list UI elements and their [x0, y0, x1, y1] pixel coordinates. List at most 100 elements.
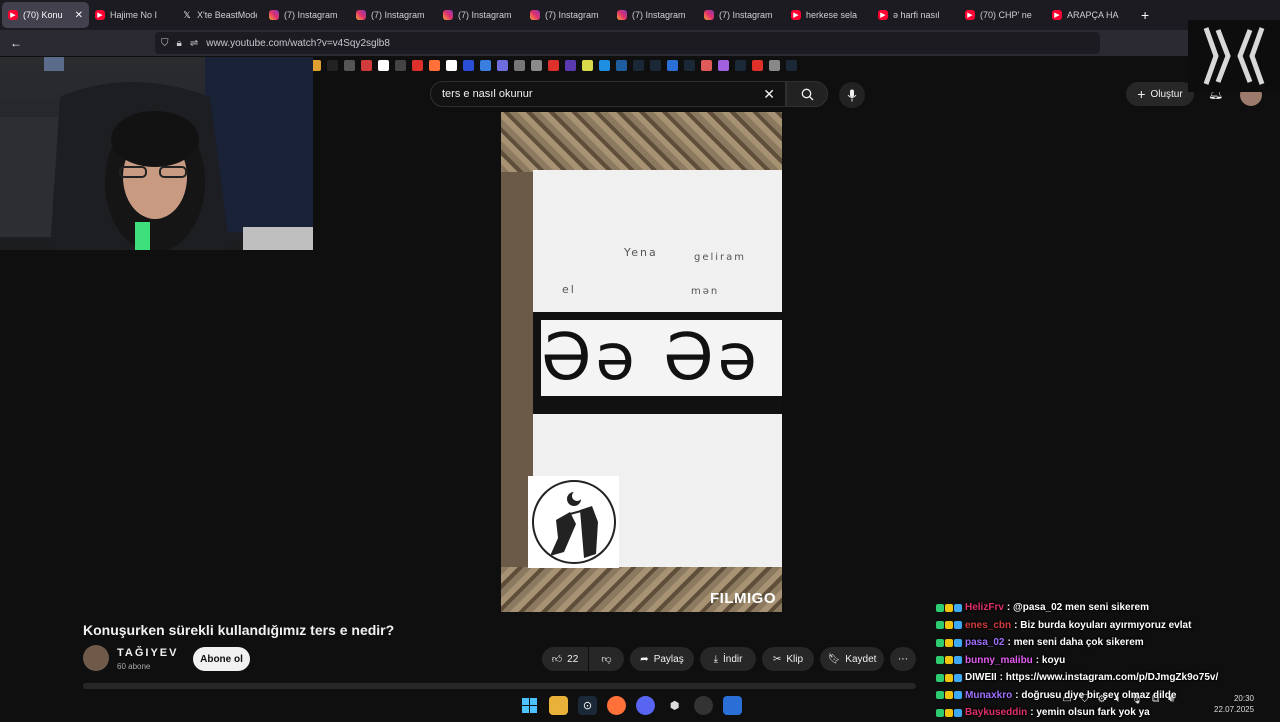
channel-avatar[interactable] — [83, 645, 109, 671]
dislike-button[interactable]: 👎︎ — [589, 647, 624, 671]
download-button[interactable]: ⤓ İndir — [700, 647, 756, 671]
share-button[interactable]: ➦ Paylaş — [630, 647, 694, 671]
browser-tab[interactable]: ▶ Hajime No I — [89, 2, 176, 28]
create-button[interactable]: + Oluştur — [1126, 82, 1194, 106]
bookmark-favicon-icon[interactable] — [752, 59, 763, 71]
description-box[interactable] — [83, 683, 916, 689]
browser-tab[interactable]: ▶ ə harfi nasıl — [872, 2, 959, 28]
tray-shield-icon[interactable]: ⛉ — [1081, 694, 1089, 705]
channel-logo-sticker — [528, 476, 619, 568]
address-bar[interactable]: ⛉ 🔒︎ ⇌ www.youtube.com/watch?v=v4Sqy2sgl… — [155, 32, 1100, 54]
chat-username: bunny_malibu — [965, 654, 1033, 666]
tab-title: (7) Instagram — [632, 10, 686, 20]
bookmark-favicon-icon[interactable] — [344, 59, 355, 71]
taskbar-clock[interactable]: 20:30 22.07.2025 — [1214, 693, 1254, 715]
bookmark-favicon-icon[interactable] — [395, 59, 406, 71]
bookmark-favicon-icon[interactable] — [599, 59, 610, 71]
more-actions-button[interactable]: ⋯ — [890, 647, 916, 671]
bookmark-favicon-icon[interactable] — [514, 59, 525, 71]
chat-username: HelizFrv — [965, 602, 1004, 614]
mascot-sticker-icon — [44, 57, 64, 71]
bookmark-favicon-icon[interactable] — [735, 59, 746, 71]
browser-tab[interactable]: (7) Instagram — [263, 2, 350, 28]
speaker-icon[interactable]: 🔊︎ — [1168, 694, 1174, 705]
obs-icon[interactable]: ⬢ — [665, 696, 684, 715]
network-app-icon[interactable] — [723, 695, 742, 715]
browser-tab[interactable]: ▶ (70) Konu ✕ — [2, 2, 89, 28]
like-count: 22 — [567, 653, 579, 665]
bookmark-favicon-icon[interactable] — [786, 59, 797, 71]
recording-app-icon[interactable] — [694, 695, 713, 715]
subscribe-button[interactable]: Abone ol — [193, 647, 250, 671]
browser-tab[interactable]: ▶ herkese sela — [785, 2, 872, 28]
bookmark-favicon-icon[interactable] — [582, 59, 593, 71]
save-button[interactable]: 🔖︎ Kaydet — [820, 647, 884, 671]
bookmark-favicon-icon[interactable] — [616, 59, 627, 71]
bookmark-favicon-icon[interactable] — [497, 59, 508, 71]
bookmark-favicon-icon[interactable] — [701, 59, 712, 71]
chat-badges-icon — [936, 621, 962, 630]
channel-name[interactable]: TAĞIYEV — [117, 647, 178, 659]
search-input[interactable]: ters e nasıl okunur ✕ — [430, 81, 786, 107]
bookmark-favicon-icon[interactable] — [650, 59, 661, 71]
chat-username: Munaxkro — [965, 689, 1013, 701]
bookmark-favicon-icon[interactable] — [361, 59, 372, 71]
bookmark-favicon-icon[interactable] — [769, 59, 780, 71]
clip-button[interactable]: ✂ Klip — [762, 647, 814, 671]
browser-tab[interactable]: 𝕏 X'te BeastMode — [176, 2, 263, 28]
bookmark-favicon-icon[interactable] — [327, 59, 338, 71]
new-tab-icon[interactable]: + — [1141, 7, 1149, 23]
bookmark-favicon-icon[interactable] — [718, 59, 729, 71]
bookmark-favicon-icon[interactable] — [565, 59, 576, 71]
search-button[interactable] — [786, 81, 828, 107]
chat-username: enes_cbn — [965, 619, 1012, 631]
shield-icon[interactable]: ⛉ — [161, 38, 169, 49]
bookmark-favicon-icon[interactable] — [633, 59, 644, 71]
bookmark-favicon-icon[interactable] — [480, 59, 491, 71]
close-tab-icon[interactable]: ✕ — [75, 10, 83, 21]
bookmark-favicon-icon[interactable] — [684, 59, 695, 71]
bookmark-favicon-icon[interactable] — [463, 59, 474, 71]
instagram-favicon-icon — [443, 10, 453, 20]
browser-tab[interactable]: (7) Instagram — [611, 2, 698, 28]
tray-gear-icon[interactable]: ⚙ — [1097, 694, 1106, 705]
lock-icon[interactable]: 🔒︎ — [177, 38, 182, 49]
url-text: www.youtube.com/watch?v=v4Sqy2sglb8 — [206, 37, 390, 49]
permissions-icon[interactable]: ⇌ — [190, 38, 198, 49]
instagram-favicon-icon — [356, 10, 366, 20]
like-button[interactable]: 👍︎ 22 — [542, 647, 588, 671]
chat-badges-icon — [936, 603, 962, 612]
bookmark-favicon-icon[interactable] — [429, 59, 440, 71]
tab-title: Hajime No I — [110, 10, 158, 20]
bookmark-favicon-icon[interactable] — [412, 59, 423, 71]
browser-tab[interactable]: (7) Instagram — [698, 2, 785, 28]
back-arrow-icon[interactable]: ← — [10, 36, 22, 50]
volume-icon[interactable]: 🔈︎ — [1115, 694, 1121, 705]
firefox-icon[interactable] — [607, 695, 626, 715]
file-explorer-icon[interactable] — [549, 695, 568, 715]
browser-tab[interactable]: ▶ (70) CHP' ne — [959, 2, 1046, 28]
windows-start-icon[interactable] — [520, 696, 539, 715]
network-icon[interactable]: ⧉ — [1152, 694, 1159, 705]
voice-search-button[interactable] — [839, 82, 865, 108]
clear-search-icon[interactable]: ✕ — [763, 86, 775, 103]
bookmark-icon: 🔖︎ — [827, 653, 841, 665]
browser-tab[interactable]: ▶ ARAPÇA HA — [1046, 2, 1133, 28]
microphone-tray-icon[interactable]: 🎙︎ — [1130, 694, 1143, 705]
browser-tab[interactable]: (7) Instagram — [437, 2, 524, 28]
video-player[interactable]: Yena geliram el mən Əə Əə FILMIGO — [501, 112, 782, 612]
bookmark-favicon-icon[interactable] — [446, 59, 457, 71]
stream-overlay-logo — [1188, 20, 1280, 92]
chat-text: : yemin olsun fark yok ya — [1030, 707, 1150, 719]
tray-app-icon[interactable]: ▭ — [1062, 694, 1071, 705]
bookmark-favicon-icon[interactable] — [531, 59, 542, 71]
bookmark-favicon-icon[interactable] — [548, 59, 559, 71]
browser-tab[interactable]: (7) Instagram — [524, 2, 611, 28]
discord-icon[interactable] — [636, 695, 655, 715]
bookmark-favicon-icon[interactable] — [667, 59, 678, 71]
steam-icon[interactable]: ⊙ — [578, 695, 597, 715]
bookmark-favicon-icon[interactable] — [378, 59, 389, 71]
browser-tab[interactable]: (7) Instagram — [350, 2, 437, 28]
chevron-up-icon[interactable]: ⌃ — [1045, 694, 1053, 705]
chat-message: Baykuseddin: yemin olsun fark yok ya — [936, 704, 1236, 722]
